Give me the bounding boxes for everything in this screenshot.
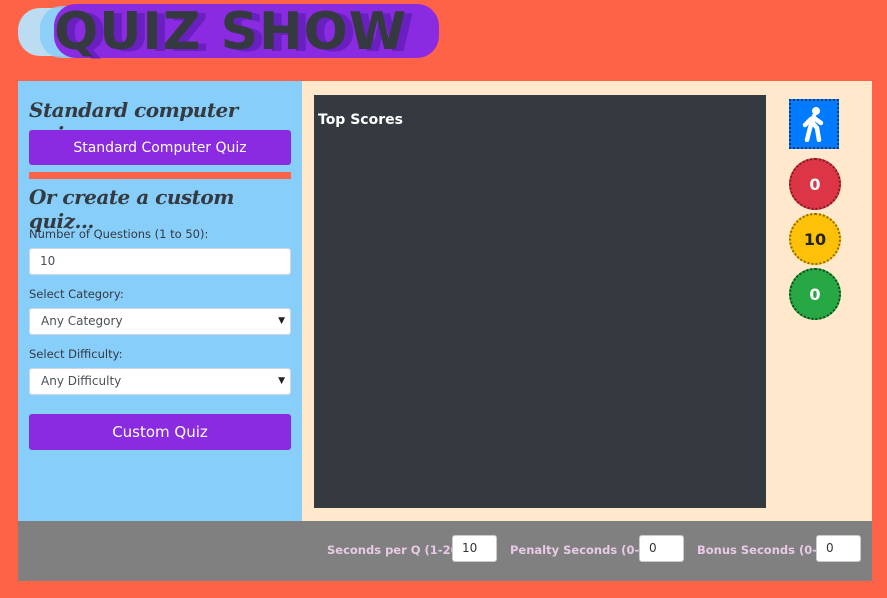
category-label: Select Category: [29,287,124,301]
logo-text: QUIZ SHOW [54,2,408,62]
bonus-seconds-label: Bonus Seconds (0-5) [697,543,831,557]
top-scores-title: Top Scores [318,112,403,128]
timer-count: 10 [803,229,827,249]
custom-quiz-button[interactable]: Custom Quiz [29,414,291,450]
penalty-seconds-input[interactable]: 0 [639,535,684,562]
category-select-value: Any Category [41,314,123,328]
questions-label: Number of Questions (1 to 50): [29,227,209,241]
category-select[interactable]: Any Category ▼ [29,308,291,335]
top-scores-panel: Top Scores [314,95,766,508]
app-logo: QUIZ SHOW QUIZ SHOW [14,2,454,66]
difficulty-label: Select Difficulty: [29,347,123,361]
questions-input[interactable]: 10 [29,248,291,275]
incorrect-count: 0 [809,174,821,194]
incorrect-count-badge: 0 [789,158,841,210]
timer-badge: 10 [789,213,841,265]
walking-person-icon [802,107,824,142]
walk-button[interactable] [789,99,839,149]
seconds-per-question-input[interactable]: 10 [452,535,497,562]
chevron-down-icon: ▼ [278,316,285,326]
custom-quiz-heading: Or create a custom quiz... [29,185,234,233]
correct-count-badge: 0 [789,268,841,320]
difficulty-select[interactable]: Any Difficulty ▼ [29,368,291,395]
main-panel: Standard computer quiz... Standard Compu… [18,81,872,521]
bonus-seconds-input[interactable]: 0 [816,535,861,562]
standard-quiz-button[interactable]: Standard Computer Quiz [29,130,291,165]
correct-count: 0 [809,284,821,304]
difficulty-select-value: Any Difficulty [41,374,122,388]
settings-footer: Seconds per Q (1-20) 10 Penalty Seconds … [18,521,872,581]
penalty-seconds-label: Penalty Seconds (0-5) [510,543,653,557]
chevron-down-icon: ▼ [278,376,285,386]
section-divider [29,172,291,179]
seconds-per-question-label: Seconds per Q (1-20) [327,543,464,557]
quiz-setup-sidebar: Standard computer quiz... Standard Compu… [18,81,302,521]
